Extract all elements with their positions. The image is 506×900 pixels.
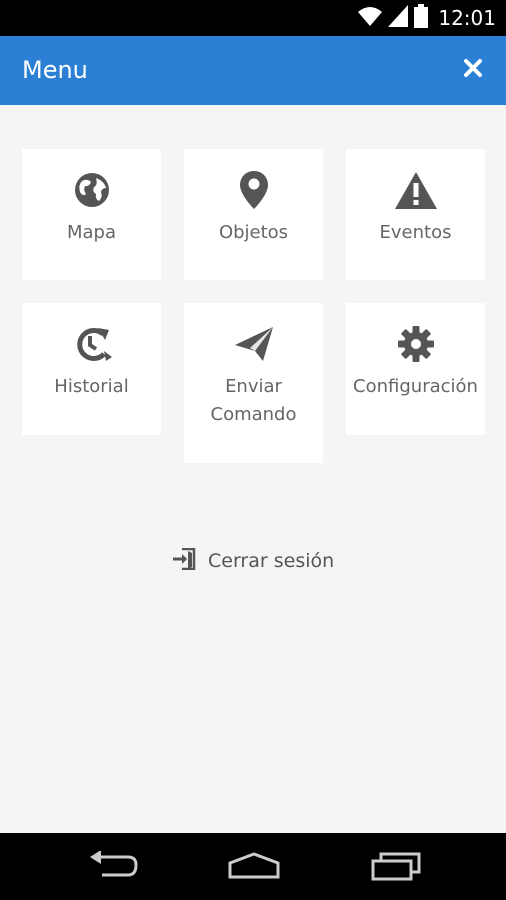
menu-tile-mapa[interactable]: Mapa [22, 149, 161, 280]
menu-tile-label: Configuración [353, 376, 478, 397]
recent-apps-button[interactable] [371, 851, 421, 885]
menu-tile-enviar-comando[interactable]: Enviar Comando [184, 303, 323, 463]
globe-icon [74, 169, 110, 211]
history-icon [72, 323, 112, 365]
recent-apps-icon [371, 852, 421, 885]
menu-tile-label: Objetos [218, 222, 289, 243]
status-time: 12:01 [438, 6, 496, 30]
back-button[interactable] [88, 850, 138, 885]
menu-tile-label: Eventos [379, 222, 452, 243]
logout-label: Cerrar sesión [208, 550, 335, 572]
close-button[interactable] [460, 57, 486, 83]
menu-tile-eventos[interactable]: Eventos [346, 149, 485, 280]
send-icon [234, 323, 273, 365]
map-pin-icon [239, 169, 268, 211]
home-icon [227, 852, 281, 885]
menu-tile-historial[interactable]: Historial [22, 303, 161, 435]
gear-icon [397, 323, 434, 365]
menu-tile-label: Historial [54, 376, 129, 397]
logout-button[interactable]: Cerrar sesión [172, 546, 334, 576]
navigation-bar [0, 833, 506, 900]
sign-out-icon [172, 547, 196, 574]
menu-tile-objetos[interactable]: Objetos [184, 149, 323, 280]
battery-icon [414, 4, 429, 32]
menu-tile-label: Enviar Comando [210, 376, 297, 425]
menu-tile-label: Mapa [66, 222, 117, 243]
status-icons: 12:01 [358, 4, 496, 32]
home-button[interactable] [227, 851, 281, 885]
app-bar: Menu [0, 36, 506, 105]
back-icon [88, 850, 138, 885]
wifi-icon [358, 5, 383, 31]
status-bar: 12:01 [0, 0, 506, 36]
menu-tile-configuracion[interactable]: Configuración [346, 303, 485, 435]
signal-icon [388, 5, 409, 31]
page-title: Menu [22, 56, 88, 84]
warning-icon [394, 169, 437, 211]
close-icon [464, 59, 482, 81]
